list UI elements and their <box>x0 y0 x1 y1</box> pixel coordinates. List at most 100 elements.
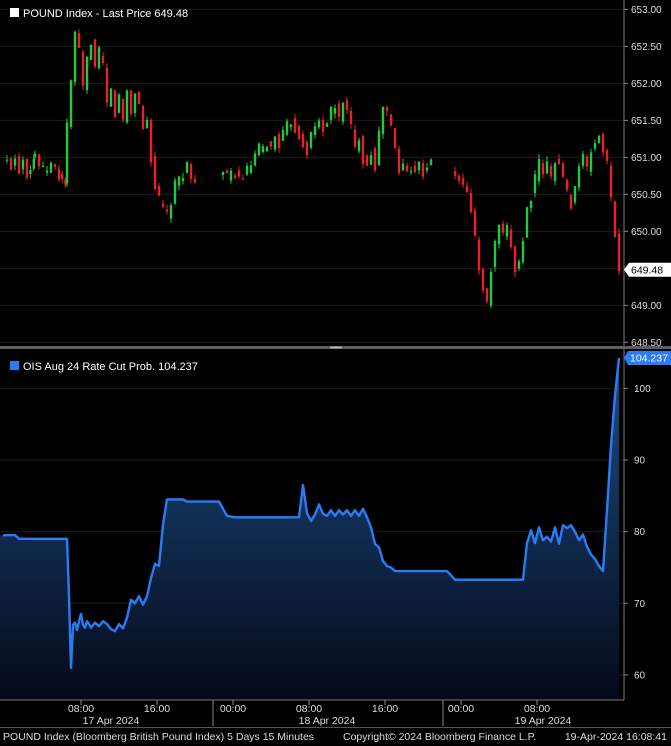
candle-body <box>397 148 401 174</box>
candle-body <box>561 163 565 177</box>
panel-divider[interactable] <box>0 346 671 349</box>
candle-body <box>593 143 597 149</box>
candle-body <box>421 163 425 177</box>
candle-body <box>89 44 93 61</box>
candle-body <box>385 107 389 111</box>
bottom-y-tick-label: 90 <box>634 456 646 467</box>
candle-body <box>53 164 57 168</box>
candle-body <box>525 207 529 238</box>
candle-body <box>229 170 233 181</box>
candle-body <box>261 146 265 152</box>
candle-body <box>617 233 621 271</box>
panel-divider-grip[interactable] <box>330 346 342 349</box>
candle-body <box>609 165 613 198</box>
top-y-tick-label: 649.00 <box>631 301 662 312</box>
candle-body <box>425 167 429 171</box>
candle-body <box>141 105 145 130</box>
x-time-label: 08:00 <box>296 703 322 715</box>
bottom-y-tick-label: 80 <box>634 527 646 538</box>
bottom-legend-swatch <box>10 361 19 370</box>
candle-body <box>365 155 369 166</box>
candle-body <box>265 146 269 152</box>
x-time-label: 16:00 <box>144 703 170 715</box>
top-legend: POUND Index - Last Price 649.48 <box>10 8 188 20</box>
candle-body <box>77 33 81 49</box>
top-y-tick-label: 650.00 <box>631 227 662 238</box>
candle-body <box>281 129 285 141</box>
candle-body <box>181 178 185 182</box>
candle-body <box>101 55 105 64</box>
candle-body <box>605 150 609 161</box>
candle-body <box>533 174 537 193</box>
candle-body <box>361 135 365 164</box>
candle-body <box>373 148 377 171</box>
candle-body <box>589 152 593 172</box>
x-time-label: 00:00 <box>448 703 474 715</box>
bottom-y-tick-label: 70 <box>634 599 646 610</box>
candle-body <box>49 162 53 173</box>
candle-body <box>329 106 333 120</box>
candle-body <box>485 288 489 302</box>
candle-body <box>381 106 385 135</box>
candle-body <box>409 170 413 173</box>
candle-body <box>9 158 13 170</box>
x-date-label: 18 Apr 2024 <box>299 715 356 727</box>
candle-body <box>137 92 141 104</box>
candle-body <box>581 154 585 166</box>
candle-body <box>69 80 73 128</box>
candle-body <box>309 131 313 148</box>
candle-body <box>337 103 341 117</box>
candle-body <box>109 88 113 107</box>
candle-body <box>293 118 297 133</box>
candle-body <box>193 178 197 182</box>
candle-body <box>489 271 493 306</box>
candle-body <box>349 110 353 124</box>
candle-body <box>253 153 257 166</box>
candle-body <box>481 269 485 291</box>
candle-body <box>453 171 457 176</box>
top-last-value-tag: 649.48 <box>624 262 671 277</box>
candle-body <box>25 158 29 178</box>
candle-body <box>345 100 349 110</box>
candle-body <box>557 158 561 164</box>
candle-body <box>405 165 409 172</box>
candle-body <box>353 129 357 147</box>
candle-body <box>149 119 153 163</box>
candle-body <box>321 120 325 132</box>
candle-body <box>173 180 177 204</box>
candle-body <box>33 153 37 157</box>
candle-body <box>241 179 245 181</box>
candle-body <box>493 241 497 267</box>
top-legend-text: POUND Index - Last Price 649.48 <box>23 8 188 20</box>
candle-body <box>577 166 581 188</box>
candle-body <box>61 174 64 179</box>
candle-body <box>225 170 229 173</box>
candle-body <box>257 143 261 156</box>
candle-body <box>301 134 305 148</box>
candle-body <box>541 163 545 175</box>
candle-body <box>377 130 381 166</box>
x-time-label: 00:00 <box>220 703 246 715</box>
bloomberg-chart: 648.50649.00649.50650.00650.50651.00651.… <box>0 0 671 746</box>
candle-body <box>245 165 249 175</box>
candle-body <box>129 90 133 114</box>
candle-body <box>285 121 289 135</box>
candle-body <box>305 141 309 156</box>
candle-body <box>457 175 461 181</box>
candle-body <box>237 170 241 177</box>
top-y-tick-label: 652.50 <box>631 42 662 53</box>
footer-separator <box>0 727 671 728</box>
candle-body <box>325 123 329 127</box>
top-last-value-label: 649.48 <box>631 265 663 277</box>
candle-body <box>57 168 61 180</box>
candle-body <box>157 186 161 196</box>
bottom-last-value-tag: 104.237 <box>624 351 671 366</box>
candle-body <box>469 193 473 213</box>
candle-body <box>277 134 281 149</box>
candle-body <box>289 124 293 127</box>
candle-body <box>601 134 605 153</box>
candle-body <box>573 186 577 203</box>
candle-body <box>545 161 549 174</box>
candle-body <box>153 155 157 190</box>
candle-body <box>549 165 553 177</box>
